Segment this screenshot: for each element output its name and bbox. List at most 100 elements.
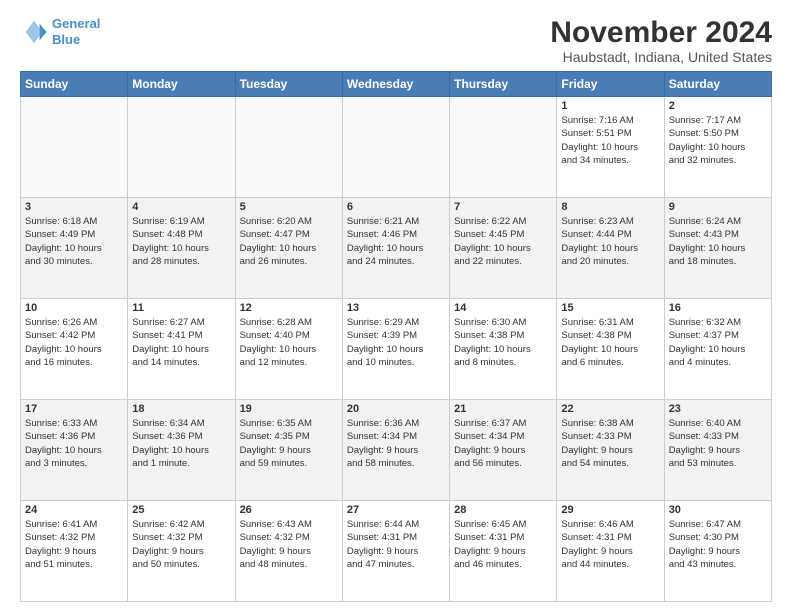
week-row-2: 3 Sunrise: 6:18 AM Sunset: 4:49 PM Daylig… [21,198,772,299]
day-info: Sunrise: 6:29 AM Sunset: 4:39 PM Dayligh… [347,316,445,369]
table-cell: 25Sunrise: 6:42 AM Sunset: 4:32 PM Dayli… [128,501,235,602]
day-info: Sunrise: 6:36 AM Sunset: 4:34 PM Dayligh… [347,417,445,470]
calendar-header-row: Sunday Monday Tuesday Wednesday Thursday… [21,72,772,97]
day-number: 29 [561,504,659,516]
day-number: 25 [132,504,230,516]
table-cell: 16 Sunrise: 6:32 AM Sunset: 4:37 PM Dayli… [664,299,771,400]
header-wednesday: Wednesday [342,72,449,97]
table-cell [342,97,449,198]
table-cell: 29Sunrise: 6:46 AM Sunset: 4:31 PM Dayli… [557,501,664,602]
day-info: Sunrise: 6:43 AM Sunset: 4:32 PM Dayligh… [240,518,338,571]
day-number: 3 [25,201,123,213]
day-info: Sunrise: 6:34 AM Sunset: 4:36 PM Dayligh… [132,417,230,470]
header-thursday: Thursday [450,72,557,97]
logo-line1: General [52,16,100,31]
day-number: 12 [240,302,338,314]
table-cell: 28 Sunrise: 6:45 AM Sunset: 4:31 PM Dayli… [450,501,557,602]
table-cell: 8 Sunrise: 6:23 AM Sunset: 4:44 PM Daylig… [557,198,664,299]
day-info: Sunrise: 7:17 AM Sunset: 5:50 PM Dayligh… [669,114,767,167]
day-number: 10 [25,302,123,314]
day-number: 7 [454,201,552,213]
day-number: 8 [561,201,659,213]
table-cell: 14 Sunrise: 6:30 AM Sunset: 4:38 PM Dayli… [450,299,557,400]
header-saturday: Saturday [664,72,771,97]
day-number: 6 [347,201,445,213]
day-info: Sunrise: 6:35 AM Sunset: 4:35 PM Dayligh… [240,417,338,470]
logo-icon [20,18,48,46]
day-number: 2 [669,100,767,112]
day-info: Sunrise: 6:23 AM Sunset: 4:44 PM Dayligh… [561,215,659,268]
table-cell: 21 Sunrise: 6:37 AM Sunset: 4:34 PM Dayli… [450,400,557,501]
calendar-table: Sunday Monday Tuesday Wednesday Thursday… [20,71,772,602]
day-info: Sunrise: 6:26 AM Sunset: 4:42 PM Dayligh… [25,316,123,369]
day-number: 4 [132,201,230,213]
day-number: 17 [25,403,123,415]
day-info: Sunrise: 6:18 AM Sunset: 4:49 PM Dayligh… [25,215,123,268]
day-number: 5 [240,201,338,213]
table-cell: 7 Sunrise: 6:22 AM Sunset: 4:45 PM Daylig… [450,198,557,299]
day-info: Sunrise: 6:30 AM Sunset: 4:38 PM Dayligh… [454,316,552,369]
table-cell: 19 Sunrise: 6:35 AM Sunset: 4:35 PM Dayli… [235,400,342,501]
day-number: 1 [561,100,659,112]
table-cell: 3 Sunrise: 6:18 AM Sunset: 4:49 PM Daylig… [21,198,128,299]
day-number: 24 [25,504,123,516]
day-number: 27 [347,504,445,516]
table-cell: 2 Sunrise: 7:17 AM Sunset: 5:50 PM Daylig… [664,97,771,198]
header-monday: Monday [128,72,235,97]
day-number: 20 [347,403,445,415]
week-row-3: 10 Sunrise: 6:26 AM Sunset: 4:42 PM Dayli… [21,299,772,400]
title-block: November 2024 Haubstadt, Indiana, United… [550,16,772,65]
day-info: Sunrise: 6:45 AM Sunset: 4:31 PM Dayligh… [454,518,552,571]
day-info: Sunrise: 6:24 AM Sunset: 4:43 PM Dayligh… [669,215,767,268]
table-cell [235,97,342,198]
table-cell: 27 Sunrise: 6:44 AM Sunset: 4:31 PM Dayli… [342,501,449,602]
table-cell: 11Sunrise: 6:27 AM Sunset: 4:41 PM Dayli… [128,299,235,400]
day-number: 9 [669,201,767,213]
day-info: Sunrise: 6:38 AM Sunset: 4:33 PM Dayligh… [561,417,659,470]
day-info: Sunrise: 6:21 AM Sunset: 4:46 PM Dayligh… [347,215,445,268]
day-number: 18 [132,403,230,415]
day-number: 11 [132,302,230,314]
table-cell: 6 Sunrise: 6:21 AM Sunset: 4:46 PM Daylig… [342,198,449,299]
day-number: 26 [240,504,338,516]
day-info: Sunrise: 6:19 AM Sunset: 4:48 PM Dayligh… [132,215,230,268]
day-number: 23 [669,403,767,415]
logo: General Blue [20,16,100,47]
week-row-1: 1Sunrise: 7:16 AM Sunset: 5:51 PM Daylig… [21,97,772,198]
table-cell [128,97,235,198]
table-cell: 10 Sunrise: 6:26 AM Sunset: 4:42 PM Dayli… [21,299,128,400]
day-info: Sunrise: 6:41 AM Sunset: 4:32 PM Dayligh… [25,518,123,571]
table-cell: 13 Sunrise: 6:29 AM Sunset: 4:39 PM Dayli… [342,299,449,400]
table-cell: 30 Sunrise: 6:47 AM Sunset: 4:30 PM Dayli… [664,501,771,602]
day-number: 28 [454,504,552,516]
day-number: 19 [240,403,338,415]
header-tuesday: Tuesday [235,72,342,97]
day-info: Sunrise: 6:32 AM Sunset: 4:37 PM Dayligh… [669,316,767,369]
day-number: 16 [669,302,767,314]
day-number: 30 [669,504,767,516]
day-info: Sunrise: 6:44 AM Sunset: 4:31 PM Dayligh… [347,518,445,571]
table-cell [450,97,557,198]
table-cell: 24 Sunrise: 6:41 AM Sunset: 4:32 PM Dayli… [21,501,128,602]
day-info: Sunrise: 6:22 AM Sunset: 4:45 PM Dayligh… [454,215,552,268]
table-cell: 26 Sunrise: 6:43 AM Sunset: 4:32 PM Dayli… [235,501,342,602]
day-info: Sunrise: 6:47 AM Sunset: 4:30 PM Dayligh… [669,518,767,571]
week-row-4: 17Sunrise: 6:33 AM Sunset: 4:36 PM Dayli… [21,400,772,501]
header-sunday: Sunday [21,72,128,97]
header-friday: Friday [557,72,664,97]
day-number: 21 [454,403,552,415]
main-title: November 2024 [550,16,772,49]
table-cell: 23Sunrise: 6:40 AM Sunset: 4:33 PM Dayli… [664,400,771,501]
day-number: 15 [561,302,659,314]
day-number: 13 [347,302,445,314]
table-cell: 9 Sunrise: 6:24 AM Sunset: 4:43 PM Daylig… [664,198,771,299]
logo-line2: Blue [52,32,80,47]
day-info: Sunrise: 6:28 AM Sunset: 4:40 PM Dayligh… [240,316,338,369]
day-info: Sunrise: 6:31 AM Sunset: 4:38 PM Dayligh… [561,316,659,369]
day-info: Sunrise: 6:37 AM Sunset: 4:34 PM Dayligh… [454,417,552,470]
table-cell: 4 Sunrise: 6:19 AM Sunset: 4:48 PM Daylig… [128,198,235,299]
table-cell: 1Sunrise: 7:16 AM Sunset: 5:51 PM Daylig… [557,97,664,198]
day-number: 14 [454,302,552,314]
table-cell [21,97,128,198]
table-cell: 22Sunrise: 6:38 AM Sunset: 4:33 PM Dayli… [557,400,664,501]
